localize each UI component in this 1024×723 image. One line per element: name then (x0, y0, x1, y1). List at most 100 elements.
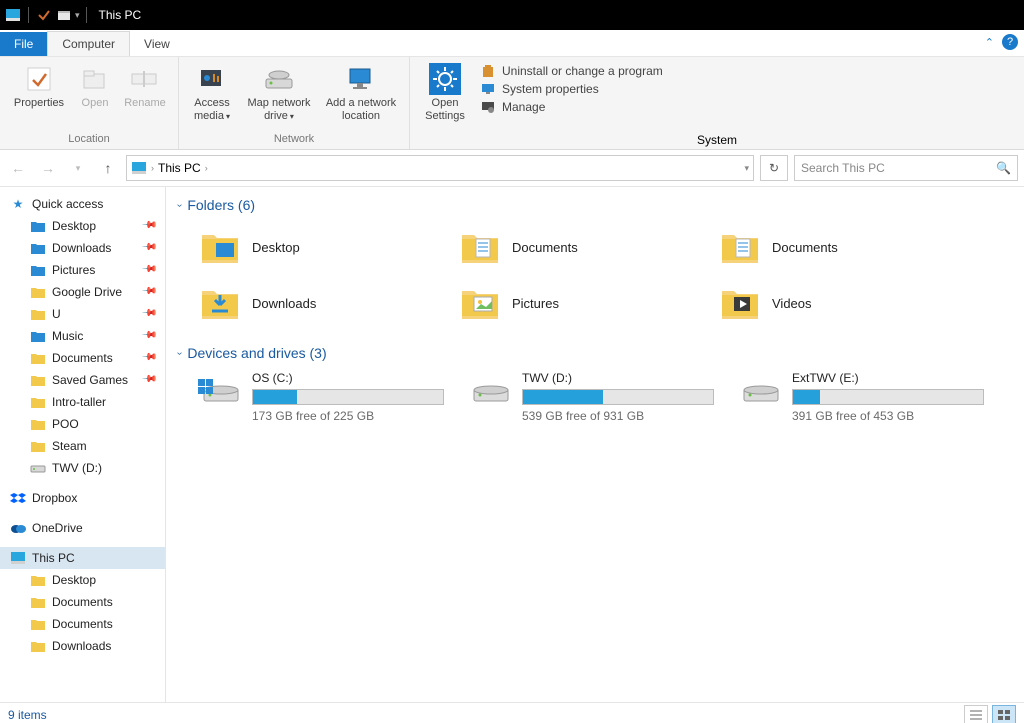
drive-usage-bar (522, 389, 714, 405)
details-view-button[interactable] (964, 705, 988, 723)
folder-label: Videos (772, 296, 812, 311)
folder-item-documents[interactable]: Documents (458, 223, 698, 271)
address-dropdown-icon[interactable]: ▾ (744, 163, 749, 174)
nav-qa-poo[interactable]: POO (0, 413, 165, 435)
nav-qa-desktop[interactable]: Desktop📌 (0, 215, 165, 237)
nav-qa-music[interactable]: Music📌 (0, 325, 165, 347)
tiles-view-button[interactable] (992, 705, 1016, 723)
nav-this-pc[interactable]: This PC (0, 547, 165, 569)
folder-item-documents[interactable]: Documents (718, 223, 958, 271)
folder-icon (30, 572, 46, 588)
nav-qa-twv-d-[interactable]: TWV (D:) (0, 457, 165, 479)
ribbon-group-network: Access media▾ Map network drive▾ Add a n… (179, 57, 410, 149)
drive-item[interactable]: OS (C:)173 GB free of 225 GB (198, 371, 448, 423)
nav-qa-steam[interactable]: Steam (0, 435, 165, 457)
nav-dropbox[interactable]: Dropbox (0, 487, 165, 509)
open-settings-button[interactable]: Open Settings (418, 61, 472, 122)
tab-file[interactable]: File (0, 32, 47, 56)
pin-icon: 📌 (140, 283, 157, 300)
nav-qa-downloads[interactable]: Downloads📌 (0, 237, 165, 259)
qat-dropdown-icon[interactable]: ▾ (75, 10, 80, 21)
back-button[interactable]: ← (6, 156, 30, 180)
ribbon: Properties Open Rename Location Access m… (0, 57, 1024, 150)
folders-group-header[interactable]: › Folders (6) (178, 191, 1012, 219)
qat-new-folder-icon[interactable] (55, 6, 73, 24)
nav-qa-intro-taller[interactable]: Intro-taller (0, 391, 165, 413)
recent-locations-dropdown[interactable]: ▾ (66, 156, 90, 180)
drive-item[interactable]: TWV (D:)539 GB free of 931 GB (468, 371, 718, 423)
folder-icon (30, 394, 46, 410)
drive-icon (468, 371, 512, 411)
breadcrumb-this-pc[interactable]: This PC (158, 161, 201, 175)
folder-item-downloads[interactable]: Downloads (198, 279, 438, 327)
drive-free-text: 391 GB free of 453 GB (792, 409, 988, 423)
address-bar[interactable]: › This PC › ▾ (126, 155, 754, 181)
folder-icon (30, 616, 46, 632)
folder-icon (30, 284, 46, 300)
nav-item-label: Google Drive (52, 285, 122, 299)
tab-view[interactable]: View (130, 32, 184, 56)
drive-name: OS (C:) (252, 371, 448, 385)
folder-icon (198, 281, 242, 325)
nav-pc-downloads[interactable]: Downloads (0, 635, 165, 657)
chevron-right-icon[interactable]: › (151, 163, 154, 173)
folder-icon (30, 460, 46, 476)
navigation-pane[interactable]: ★ Quick access Desktop📌Downloads📌Picture… (0, 187, 166, 702)
nav-qa-pictures[interactable]: Pictures📌 (0, 259, 165, 281)
folder-icon (718, 225, 762, 269)
access-media-button[interactable]: Access media▾ (187, 61, 237, 131)
qat-properties-icon[interactable] (35, 6, 53, 24)
help-icon[interactable]: ? (1002, 34, 1018, 50)
drive-item[interactable]: ExtTWV (E:) 391 GB free of 453 GB (738, 371, 988, 423)
nav-item-label: U (52, 307, 61, 321)
drives-group-header[interactable]: › Devices and drives (3) (178, 339, 1012, 367)
folder-icon (458, 281, 502, 325)
search-input[interactable]: Search This PC 🔍 (794, 155, 1018, 181)
pin-icon: 📌 (140, 371, 157, 388)
up-button[interactable]: ↑ (96, 156, 120, 180)
chevron-right-icon[interactable]: › (205, 163, 208, 173)
nav-onedrive[interactable]: OneDrive (0, 517, 165, 539)
nav-qa-google-drive[interactable]: Google Drive 📌 (0, 281, 165, 303)
nav-item-label: POO (52, 417, 79, 431)
refresh-button[interactable]: ↻ (760, 155, 788, 181)
chevron-down-icon: › (174, 351, 185, 354)
nav-pc-documents[interactable]: Documents (0, 591, 165, 613)
nav-quick-access[interactable]: ★ Quick access (0, 193, 165, 215)
folder-label: Pictures (512, 296, 559, 311)
nav-item-label: Pictures (52, 263, 95, 277)
nav-item-label: Saved Games (52, 373, 128, 387)
nav-qa-documents[interactable]: Documents📌 (0, 347, 165, 369)
nav-item-label: Documents (52, 351, 113, 365)
folder-icon (718, 281, 762, 325)
nav-item-label: Desktop (52, 573, 96, 587)
system-properties-button[interactable]: System properties (480, 81, 663, 97)
folder-icon (30, 328, 46, 344)
drive-name: ExtTWV (E:) (792, 371, 988, 385)
drive-usage-bar (252, 389, 444, 405)
folder-icon (30, 350, 46, 366)
uninstall-program-button[interactable]: Uninstall or change a program (480, 63, 663, 79)
folder-icon (30, 306, 46, 322)
tab-computer[interactable]: Computer (47, 31, 130, 56)
content-area[interactable]: › Folders (6) Desktop Documents Documents D… (166, 187, 1024, 702)
add-network-location-button[interactable]: Add a network location (321, 61, 401, 131)
nav-qa-u[interactable]: U📌 (0, 303, 165, 325)
folder-icon (458, 225, 502, 269)
properties-button[interactable]: Properties (8, 61, 70, 131)
nav-item-label: Steam (52, 439, 87, 453)
folder-icon (30, 416, 46, 432)
drive-free-text: 539 GB free of 931 GB (522, 409, 718, 423)
manage-button[interactable]: Manage (480, 99, 663, 115)
nav-pc-documents[interactable]: Documents (0, 613, 165, 635)
folder-item-videos[interactable]: Videos (718, 279, 958, 327)
nav-pc-desktop[interactable]: Desktop (0, 569, 165, 591)
ribbon-group-location: Properties Open Rename Location (0, 57, 179, 149)
nav-qa-saved-games[interactable]: Saved Games 📌 (0, 369, 165, 391)
folder-item-desktop[interactable]: Desktop (198, 223, 438, 271)
collapse-ribbon-icon[interactable]: ⌃ (985, 36, 994, 49)
folder-item-pictures[interactable]: Pictures (458, 279, 698, 327)
chevron-down-icon: › (174, 203, 185, 206)
folder-icon (30, 372, 46, 388)
map-network-drive-button[interactable]: Map network drive▾ (241, 61, 317, 131)
